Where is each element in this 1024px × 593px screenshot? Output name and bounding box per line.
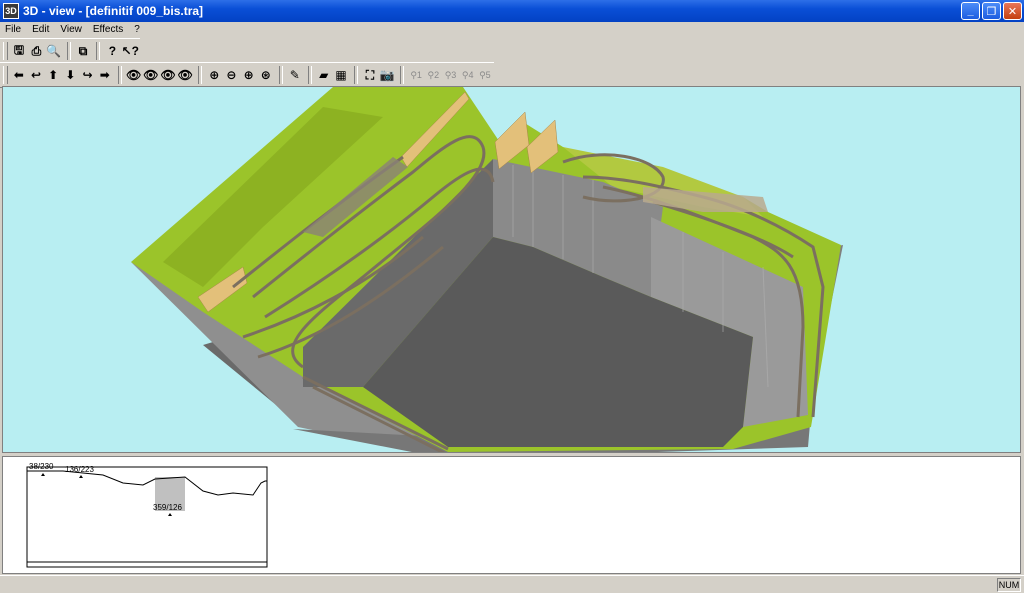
viewpoint-3-icon[interactable]: ⚲ 3 <box>442 66 458 84</box>
menu-effects[interactable]: Effects <box>88 24 129 35</box>
eye-down-icon[interactable]: 👁 <box>160 66 176 84</box>
viewpoint-4-label: 4 <box>468 70 474 80</box>
close-button[interactable]: ✕ <box>1003 2 1022 20</box>
toolbar-separator <box>400 66 405 84</box>
arrow-right-icon[interactable]: ➡ <box>97 66 113 84</box>
profile-marker <box>41 473 45 476</box>
profile-frame <box>26 466 268 568</box>
zoom-out-icon[interactable]: ⊖ <box>223 66 239 84</box>
status-bar: NUM <box>0 575 1024 593</box>
context-help-icon[interactable]: ↖? <box>122 42 139 60</box>
track-icon[interactable]: ✎ <box>287 66 303 84</box>
standard-toolbar: 🖫 ⎙ 🔍 ⧉ ? ↖? <box>0 38 140 64</box>
viewpoint-1-icon[interactable]: ⚲ 1 <box>408 66 424 84</box>
profile-marker <box>79 475 83 478</box>
profile-label: 359/126 <box>153 503 182 512</box>
window-controls: _ ❐ ✕ <box>961 2 1022 20</box>
viewpoint-2-label: 2 <box>434 70 440 80</box>
profile-line <box>27 470 267 496</box>
viewpoint-3-label: 3 <box>451 70 457 80</box>
window-title: 3D - view - [definitif 009_bis.tra] <box>23 4 204 18</box>
app-icon[interactable]: 3D <box>3 3 19 19</box>
view-toolbar: ⬅ ↩ ⬆ ⬇ ↪ ➡ 👁 👁 👁 👁 ⊕ ⊖ ⊕ ⊛ ✎ ▰ ▦ ⛶ 📷 ⚲ 1… <box>0 62 494 88</box>
viewpoint-4-icon[interactable]: ⚲ 4 <box>460 66 476 84</box>
profile-panel[interactable]: 38/230 136/223 359/126 <box>2 456 1021 574</box>
3d-scene[interactable] <box>3 87 1020 452</box>
help-icon[interactable]: ? <box>104 42 120 60</box>
grid-icon[interactable]: ▦ <box>333 66 349 84</box>
toolbar-separator <box>354 66 358 84</box>
arrow-curve-right-icon[interactable]: ↪ <box>79 66 95 84</box>
arrow-down-icon[interactable]: ⬇ <box>62 66 78 84</box>
arrow-up-icon[interactable]: ⬆ <box>45 66 61 84</box>
menu-bar: File Edit View Effects ? <box>0 22 1024 37</box>
viewpoint-5-label: 5 <box>485 70 491 80</box>
save-icon[interactable]: 🖫 <box>11 42 27 60</box>
toolbar-grip[interactable] <box>3 42 8 60</box>
toolbar-separator <box>198 66 203 84</box>
menu-help[interactable]: ? <box>129 24 146 35</box>
copy-icon[interactable]: ⧉ <box>75 42 91 60</box>
eye-view-icon[interactable]: 👁 <box>126 66 142 84</box>
toolbar-separator <box>307 66 312 84</box>
menu-edit[interactable]: Edit <box>27 24 55 35</box>
toolbar-separator <box>278 66 283 84</box>
profile-label: 38/230 <box>29 462 54 471</box>
3d-viewport[interactable] <box>2 86 1021 453</box>
viewpoint-1-label: 1 <box>416 70 422 80</box>
menu-file[interactable]: File <box>0 24 27 35</box>
viewpoint-2-icon[interactable]: ⚲ 2 <box>425 66 441 84</box>
profile-marker <box>168 513 172 516</box>
zoom-in-icon[interactable]: ⊕ <box>241 66 257 84</box>
zoom-plus-icon[interactable]: ⊕ <box>206 66 222 84</box>
print-preview-icon[interactable]: 🔍 <box>46 42 62 60</box>
viewpoint-5-icon[interactable]: ⚲ 5 <box>477 66 493 84</box>
maximize-button[interactable]: ❐ <box>982 2 1001 20</box>
camera-icon[interactable]: 📷 <box>379 66 395 84</box>
title-bar: 3D 3D - view - [definitif 009_bis.tra] _… <box>0 0 1024 22</box>
num-lock-indicator: NUM <box>997 578 1021 592</box>
toolbar-grip[interactable] <box>3 66 8 84</box>
minimize-button[interactable]: _ <box>961 2 980 20</box>
eye-reset-icon[interactable]: 👁 <box>177 66 193 84</box>
toolbar-separator <box>96 42 101 60</box>
terrain-icon[interactable]: ▰ <box>316 66 332 84</box>
profile-chart <box>26 466 268 568</box>
arrow-curve-left-icon[interactable]: ↩ <box>28 66 44 84</box>
print-icon[interactable]: ⎙ <box>28 42 44 60</box>
profile-label: 136/223 <box>65 465 94 474</box>
eye-up-icon[interactable]: 👁 <box>143 66 159 84</box>
menu-view[interactable]: View <box>55 24 88 35</box>
toolbar-separator <box>117 66 122 84</box>
fit-screen-icon[interactable]: ⛶ <box>362 66 378 84</box>
arrow-left-icon[interactable]: ⬅ <box>11 66 27 84</box>
toolbar-separator <box>67 42 71 60</box>
zoom-fit-icon[interactable]: ⊛ <box>258 66 274 84</box>
